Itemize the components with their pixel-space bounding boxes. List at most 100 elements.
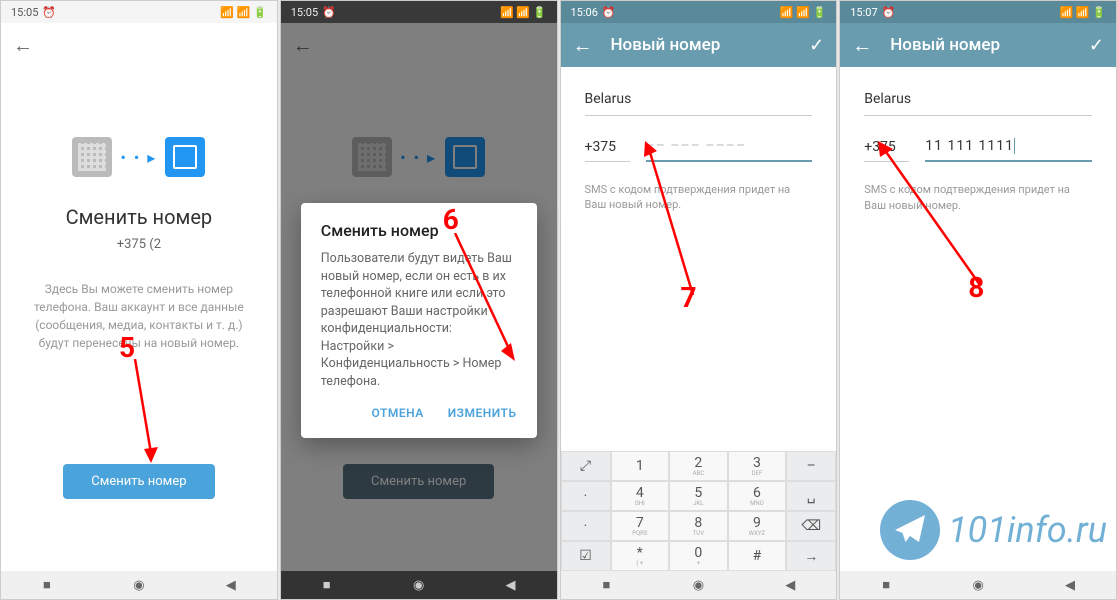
sim-graphic: • • ▸ [352, 137, 485, 177]
cancel-button[interactable]: ОТМЕНА [372, 406, 424, 420]
nav-bar: ■ ◉ ◀ [1, 571, 277, 599]
country-code-field[interactable]: +375 [585, 133, 630, 162]
change-number-button[interactable]: Сменить номер [343, 464, 494, 499]
telegram-icon [880, 500, 940, 560]
header-title: Новый номер [611, 35, 810, 55]
watermark: 101info.ru [880, 500, 1107, 560]
current-phone: +375 (2 [117, 237, 161, 252]
key-0[interactable]: 0+ [669, 541, 728, 571]
key-expand[interactable]: ⤢ [561, 451, 611, 481]
nav-home-icon[interactable]: ◉ [131, 577, 147, 593]
status-bar: 15:07 ⏰ 📶 📶 🔋 [840, 1, 1116, 23]
confirm-button[interactable]: ИЗМЕНИТЬ [448, 406, 517, 420]
phone-value: 11 111 1111 [925, 138, 1014, 154]
key-5[interactable]: 5JKL [669, 481, 728, 511]
key-9[interactable]: 9WXYZ [728, 511, 787, 541]
key-hash[interactable]: # [728, 541, 787, 571]
arrow-dots-icon: • • ▸ [120, 148, 157, 167]
key-backspace[interactable]: ⌫ [786, 511, 836, 541]
alarm-icon: ⏰ [322, 6, 336, 19]
check-icon[interactable]: ✓ [809, 35, 824, 56]
country-code-field[interactable]: +375 [864, 133, 909, 162]
phone-number-field[interactable]: 11 111 1111 [925, 132, 1092, 162]
status-icons: 📶 📶 🔋 [1059, 6, 1106, 19]
sim-new-icon [165, 137, 205, 177]
nav-back-icon[interactable]: ◀ [503, 577, 519, 593]
key-side3[interactable]: · [561, 511, 611, 541]
status-time: 15:05 [11, 6, 38, 19]
nav-home-icon[interactable]: ◉ [411, 577, 427, 593]
sim-new-icon [445, 137, 485, 177]
nav-back-icon[interactable]: ◀ [782, 577, 798, 593]
country-field[interactable]: Belarus [864, 83, 1092, 116]
screen-1: 15:05 ⏰ 📶 📶 🔋 ← • • ▸ Сменить номер +375 … [0, 0, 278, 600]
header: ← [281, 23, 557, 67]
country-field[interactable]: Belarus [585, 83, 813, 116]
sms-hint: SMS с кодом подтверждения придет на Ваш … [585, 182, 813, 213]
key-side4[interactable]: ☑ [561, 541, 611, 571]
key-1[interactable]: 1 [611, 451, 670, 481]
status-bar: 15:05 ⏰ 📶 📶 🔋 [281, 1, 557, 23]
sim-old-icon [352, 137, 392, 177]
alarm-icon: ⏰ [882, 6, 896, 19]
phone-number-field[interactable]: –– ––– –––– [646, 132, 813, 162]
alarm-icon: ⏰ [42, 6, 56, 19]
nav-bar: ■ ◉ ◀ [281, 571, 557, 599]
nav-home-icon[interactable]: ◉ [690, 577, 706, 593]
nav-back-icon[interactable]: ◀ [1062, 577, 1078, 593]
key-7[interactable]: 7PQRS [611, 511, 670, 541]
text-cursor [1014, 138, 1015, 154]
status-icons: 📶 📶 🔋 [220, 6, 267, 19]
key-4[interactable]: 4GHI [611, 481, 670, 511]
nav-bar: ■ ◉ ◀ [840, 571, 1116, 599]
nav-recent-icon[interactable]: ■ [598, 577, 614, 593]
key-6[interactable]: 6MNO [728, 481, 787, 511]
status-bar: 15:06 ⏰ 📶 📶 🔋 [561, 1, 837, 23]
header: ← Новый номер ✓ [561, 23, 837, 67]
nav-recent-icon[interactable]: ■ [39, 577, 55, 593]
screen-2: 15:05 ⏰ 📶 📶 🔋 ← • • ▸ Сменить номер Смени… [280, 0, 558, 600]
dialog-text: Пользователи будут видеть Ваш новый номе… [321, 250, 517, 390]
page-title: Сменить номер [66, 205, 213, 229]
key-8[interactable]: 8TUV [669, 511, 728, 541]
key-side2[interactable]: · [561, 481, 611, 511]
key-minus[interactable]: – [786, 451, 836, 481]
header: ← [1, 23, 277, 67]
back-icon[interactable]: ← [852, 33, 872, 58]
key-star[interactable]: *( + [611, 541, 670, 571]
nav-back-icon[interactable]: ◀ [223, 577, 239, 593]
status-bar: 15:05 ⏰ 📶 📶 🔋 [1, 1, 277, 23]
dialog-title: Сменить номер [321, 221, 517, 240]
status-icons: 📶 📶 🔋 [780, 6, 827, 19]
key-2[interactable]: 2ABC [669, 451, 728, 481]
status-icons: 📶 📶 🔋 [500, 6, 547, 19]
watermark-text: 101info.ru [948, 509, 1107, 551]
status-time: 15:05 [291, 6, 318, 19]
change-number-button[interactable]: Сменить номер [63, 464, 214, 499]
key-space[interactable]: ␣ [786, 481, 836, 511]
back-icon[interactable]: ← [13, 33, 33, 58]
key-enter[interactable]: → [786, 541, 836, 571]
sim-old-icon [72, 137, 112, 177]
nav-bar: ■ ◉ ◀ [561, 571, 837, 599]
header: ← Новый номер ✓ [840, 23, 1116, 67]
nav-recent-icon[interactable]: ■ [878, 577, 894, 593]
back-icon[interactable]: ← [573, 33, 593, 58]
back-icon[interactable]: ← [293, 33, 313, 58]
key-3[interactable]: 3DEF [728, 451, 787, 481]
status-time: 15:06 [571, 6, 598, 19]
confirm-dialog: Сменить номер Пользователи будут видеть … [301, 203, 537, 438]
alarm-icon: ⏰ [602, 6, 616, 19]
numeric-keypad: ⤢ 1 2ABC 3DEF – · 4GHI 5JKL 6MNO ␣ · 7PQ… [561, 451, 837, 571]
arrow-dots-icon: • • ▸ [400, 148, 437, 167]
sms-hint: SMS с кодом подтверждения придет на Ваш … [864, 182, 1092, 213]
nav-recent-icon[interactable]: ■ [319, 577, 335, 593]
sim-graphic: • • ▸ [72, 137, 205, 177]
screen-3: 15:06 ⏰ 📶 📶 🔋 ← Новый номер ✓ Belarus +37… [560, 0, 838, 600]
content: • • ▸ Сменить номер +375 (2 Здесь Вы мож… [1, 67, 277, 599]
nav-home-icon[interactable]: ◉ [970, 577, 986, 593]
header-title: Новый номер [890, 35, 1089, 55]
check-icon[interactable]: ✓ [1089, 35, 1104, 56]
description: Здесь Вы можете сменить номер телефона. … [25, 280, 253, 352]
status-time: 15:07 [850, 6, 877, 19]
